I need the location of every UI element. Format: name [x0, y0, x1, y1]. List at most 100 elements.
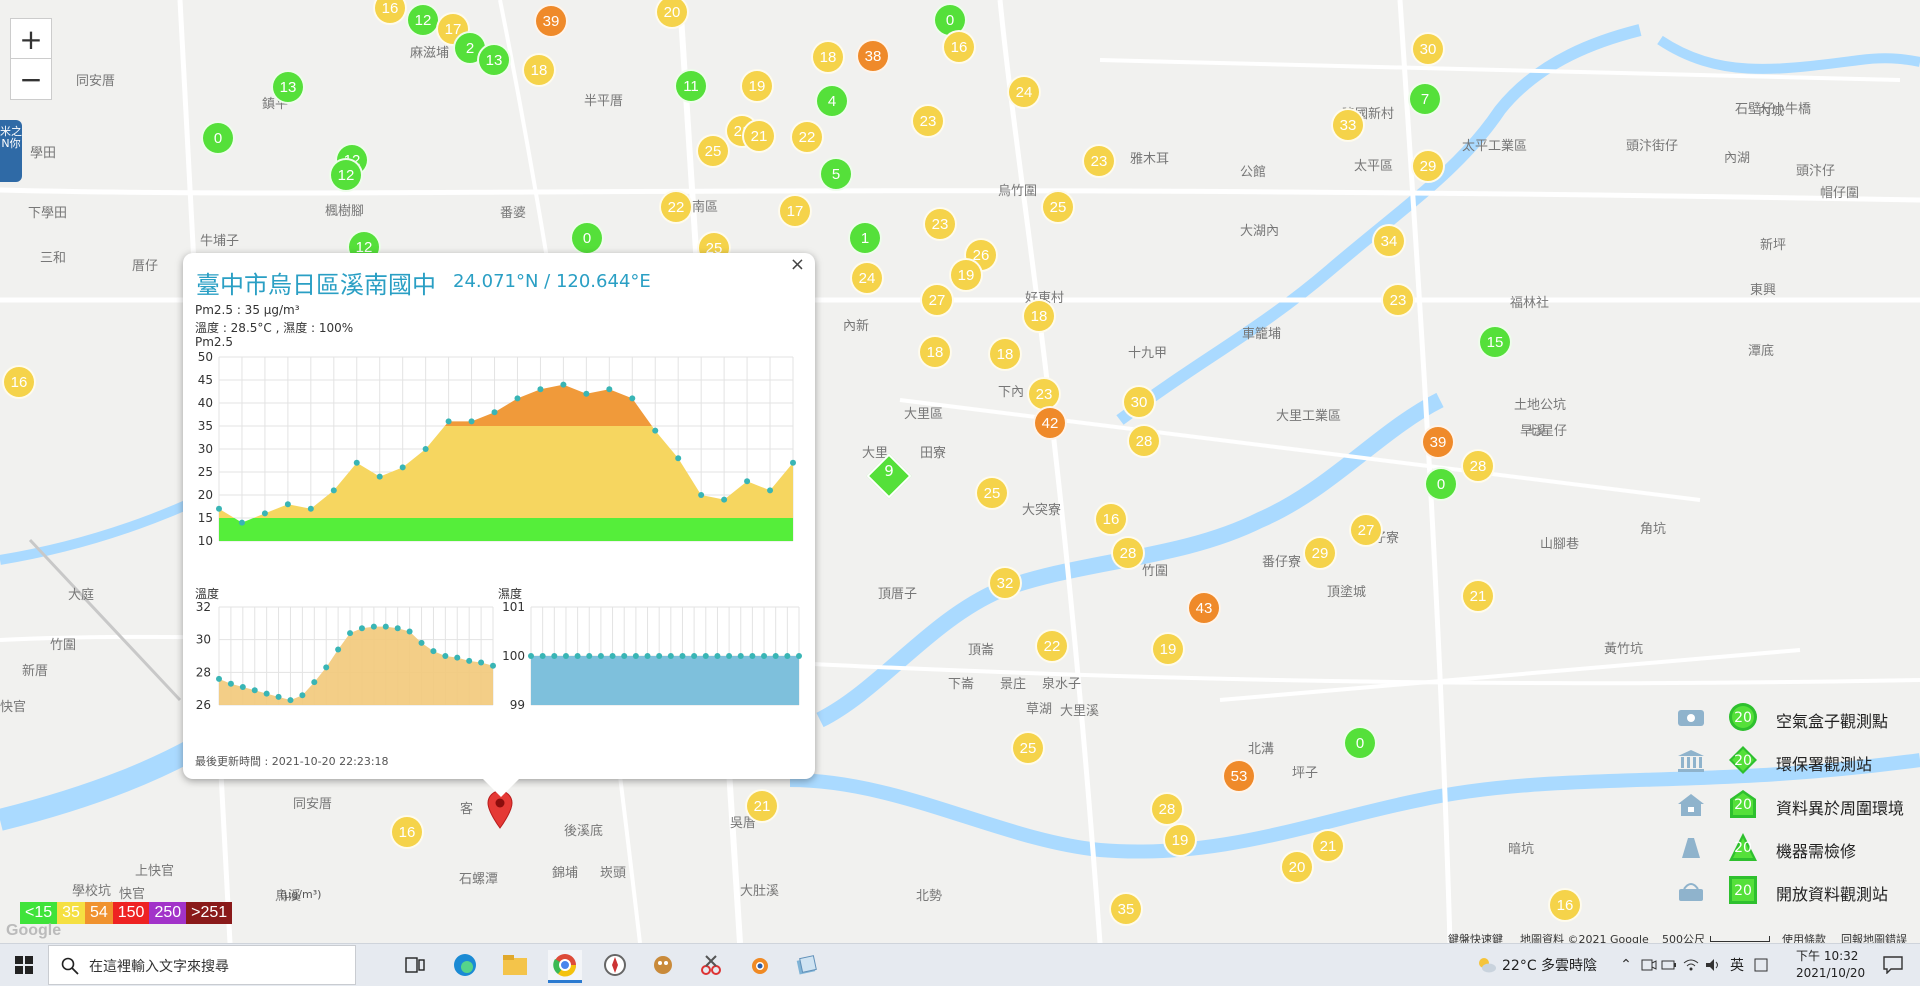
sensor-marker[interactable]: 16 [390, 815, 424, 849]
app-icon-animal[interactable] [648, 950, 678, 980]
sensor-marker[interactable]: 28 [1127, 424, 1161, 458]
keyboard-shortcuts-link[interactable]: 鍵盤快速鍵 [1448, 931, 1503, 943]
meet-now-icon[interactable] [1640, 950, 1658, 980]
sensor-marker[interactable]: 27 [1349, 513, 1383, 547]
sensor-marker[interactable]: 12 [329, 158, 363, 192]
terms-link[interactable]: 使用條款 [1782, 931, 1826, 943]
sensor-marker[interactable]: 34 [1372, 224, 1406, 258]
sensor-marker[interactable]: 28 [1150, 792, 1184, 826]
sensor-marker[interactable]: 22 [1035, 629, 1069, 663]
sensor-marker[interactable]: 18 [1022, 299, 1056, 333]
place-label: 錦埔 [552, 866, 579, 881]
sensor-marker[interactable]: 30 [1122, 385, 1156, 419]
app-icon-snipping[interactable] [696, 950, 726, 980]
report-error-link[interactable]: 回報地圖錯誤 [1841, 931, 1907, 943]
sensor-marker[interactable]: 23 [923, 207, 957, 241]
file-explorer-icon[interactable] [500, 950, 530, 980]
sensor-marker[interactable]: 28 [1461, 449, 1495, 483]
sensor-marker[interactable]: 25 [975, 476, 1009, 510]
app-icon-compass[interactable] [600, 950, 630, 980]
sensor-marker[interactable]: 21 [1311, 829, 1345, 863]
notification-icon[interactable] [1880, 950, 1906, 980]
sensor-marker[interactable]: 5 [819, 157, 853, 191]
zoom-in-button[interactable]: + [10, 18, 52, 60]
sensor-marker[interactable]: 16 [2, 365, 36, 399]
sensor-marker[interactable]: 23 [911, 104, 945, 138]
sensor-marker[interactable]: 22 [790, 120, 824, 154]
sensor-marker[interactable]: 21 [1461, 579, 1495, 613]
sensor-marker[interactable]: 25 [1041, 190, 1075, 224]
sensor-marker[interactable]: 23 [1082, 144, 1116, 178]
map-canvas[interactable]: 同安厝 麻滋埔 半平厝 鎮平 學田 下學田 楓樹腳 牛埔子 三和 厝仔 番婆 南區 雅木耳 烏竹圍 公館 太平… [0, 0, 1920, 943]
sensor-marker[interactable]: 16 [1094, 502, 1128, 536]
edge-icon[interactable] [450, 950, 480, 980]
close-icon[interactable]: × [790, 254, 805, 275]
sensor-marker[interactable]: 29 [1411, 149, 1445, 183]
zoom-out-button[interactable]: − [10, 58, 52, 100]
sensor-marker[interactable]: 0 [1343, 726, 1377, 760]
sensor-marker[interactable]: 43 [1187, 591, 1221, 625]
sensor-marker[interactable]: 22 [659, 190, 693, 224]
sensor-marker[interactable]: 29 [1303, 536, 1337, 570]
sensor-marker[interactable]: 13 [271, 70, 305, 104]
volume-icon[interactable] [1704, 950, 1722, 980]
windows-start-icon[interactable] [6, 950, 42, 980]
clock-date[interactable]: 2021/10/20 [1796, 966, 1865, 980]
sensor-marker[interactable]: 19 [1163, 823, 1197, 857]
sensor-marker[interactable]: 18 [988, 337, 1022, 371]
sensor-marker[interactable]: 1 [848, 221, 882, 255]
wifi-icon[interactable] [1682, 950, 1700, 980]
clock-time[interactable]: 下午 10:32 [1796, 947, 1858, 964]
sensor-marker[interactable]: 18 [522, 53, 556, 87]
task-view-icon[interactable] [402, 950, 428, 980]
sensor-marker[interactable]: 7 [1408, 82, 1442, 116]
weather-text[interactable]: 22°C 多雲時陰 [1502, 950, 1597, 980]
sensor-marker[interactable]: 24 [1007, 75, 1041, 109]
app-icon-layers[interactable] [792, 950, 822, 980]
sensor-marker[interactable]: 32 [988, 566, 1022, 600]
app-icon-blender[interactable] [744, 950, 774, 980]
sensor-marker[interactable]: 16 [1548, 888, 1582, 922]
sensor-marker[interactable]: 15 [1478, 325, 1512, 359]
sensor-marker[interactable]: 0 [1424, 467, 1458, 501]
sensor-marker[interactable]: 25 [1011, 731, 1045, 765]
scale-bar-label[interactable]: 500公尺 [1662, 931, 1705, 943]
sensor-marker[interactable]: 11 [674, 69, 708, 103]
sensor-marker[interactable]: 27 [920, 283, 954, 317]
chrome-icon[interactable] [548, 950, 582, 983]
sensor-marker[interactable]: 53 [1222, 759, 1256, 793]
sensor-marker[interactable]: 35 [1109, 892, 1143, 926]
ime-mode-icon[interactable] [1752, 950, 1770, 980]
sensor-marker[interactable]: 0 [570, 221, 604, 255]
sensor-marker[interactable]: 39 [1421, 425, 1455, 459]
chevron-up-icon[interactable]: ⌃ [1618, 950, 1634, 980]
sensor-marker[interactable]: 20 [1280, 850, 1314, 884]
sensor-marker[interactable]: 24 [850, 261, 884, 295]
ime-indicator[interactable]: 英 [1728, 950, 1746, 980]
sensor-marker[interactable]: 33 [1331, 108, 1365, 142]
weather-icon[interactable] [1476, 950, 1498, 980]
battery-icon[interactable] [1660, 950, 1678, 980]
sensor-marker[interactable]: 13 [477, 43, 511, 77]
sensor-marker[interactable]: 16 [942, 30, 976, 64]
sensor-marker[interactable]: 39 [534, 4, 568, 38]
sensor-marker[interactable]: 19 [949, 258, 983, 292]
sensor-marker[interactable]: 19 [1151, 632, 1185, 666]
sensor-marker[interactable]: 38 [856, 39, 890, 73]
sensor-marker[interactable]: 42 [1033, 406, 1067, 440]
sensor-marker[interactable]: 19 [740, 69, 774, 103]
sensor-marker[interactable]: 30 [1411, 32, 1445, 66]
sensor-marker[interactable]: 21 [745, 789, 779, 823]
sensor-marker[interactable]: 23 [1381, 283, 1415, 317]
sensor-marker[interactable]: 18 [811, 40, 845, 74]
sensor-marker[interactable]: 4 [815, 84, 849, 118]
sensor-marker[interactable]: 17 [778, 194, 812, 228]
sensor-marker[interactable]: 28 [1111, 536, 1145, 570]
sensor-marker[interactable]: 12 [406, 3, 440, 37]
sensor-marker[interactable]: 18 [918, 335, 952, 369]
taskbar-search-box[interactable]: 在這裡輸入文字來搜尋 [48, 945, 356, 985]
language-tab[interactable]: 米之N你 [0, 120, 22, 182]
sensor-marker[interactable]: 21 [742, 119, 776, 153]
sensor-marker[interactable]: 0 [201, 121, 235, 155]
sensor-marker[interactable]: 25 [696, 134, 730, 168]
